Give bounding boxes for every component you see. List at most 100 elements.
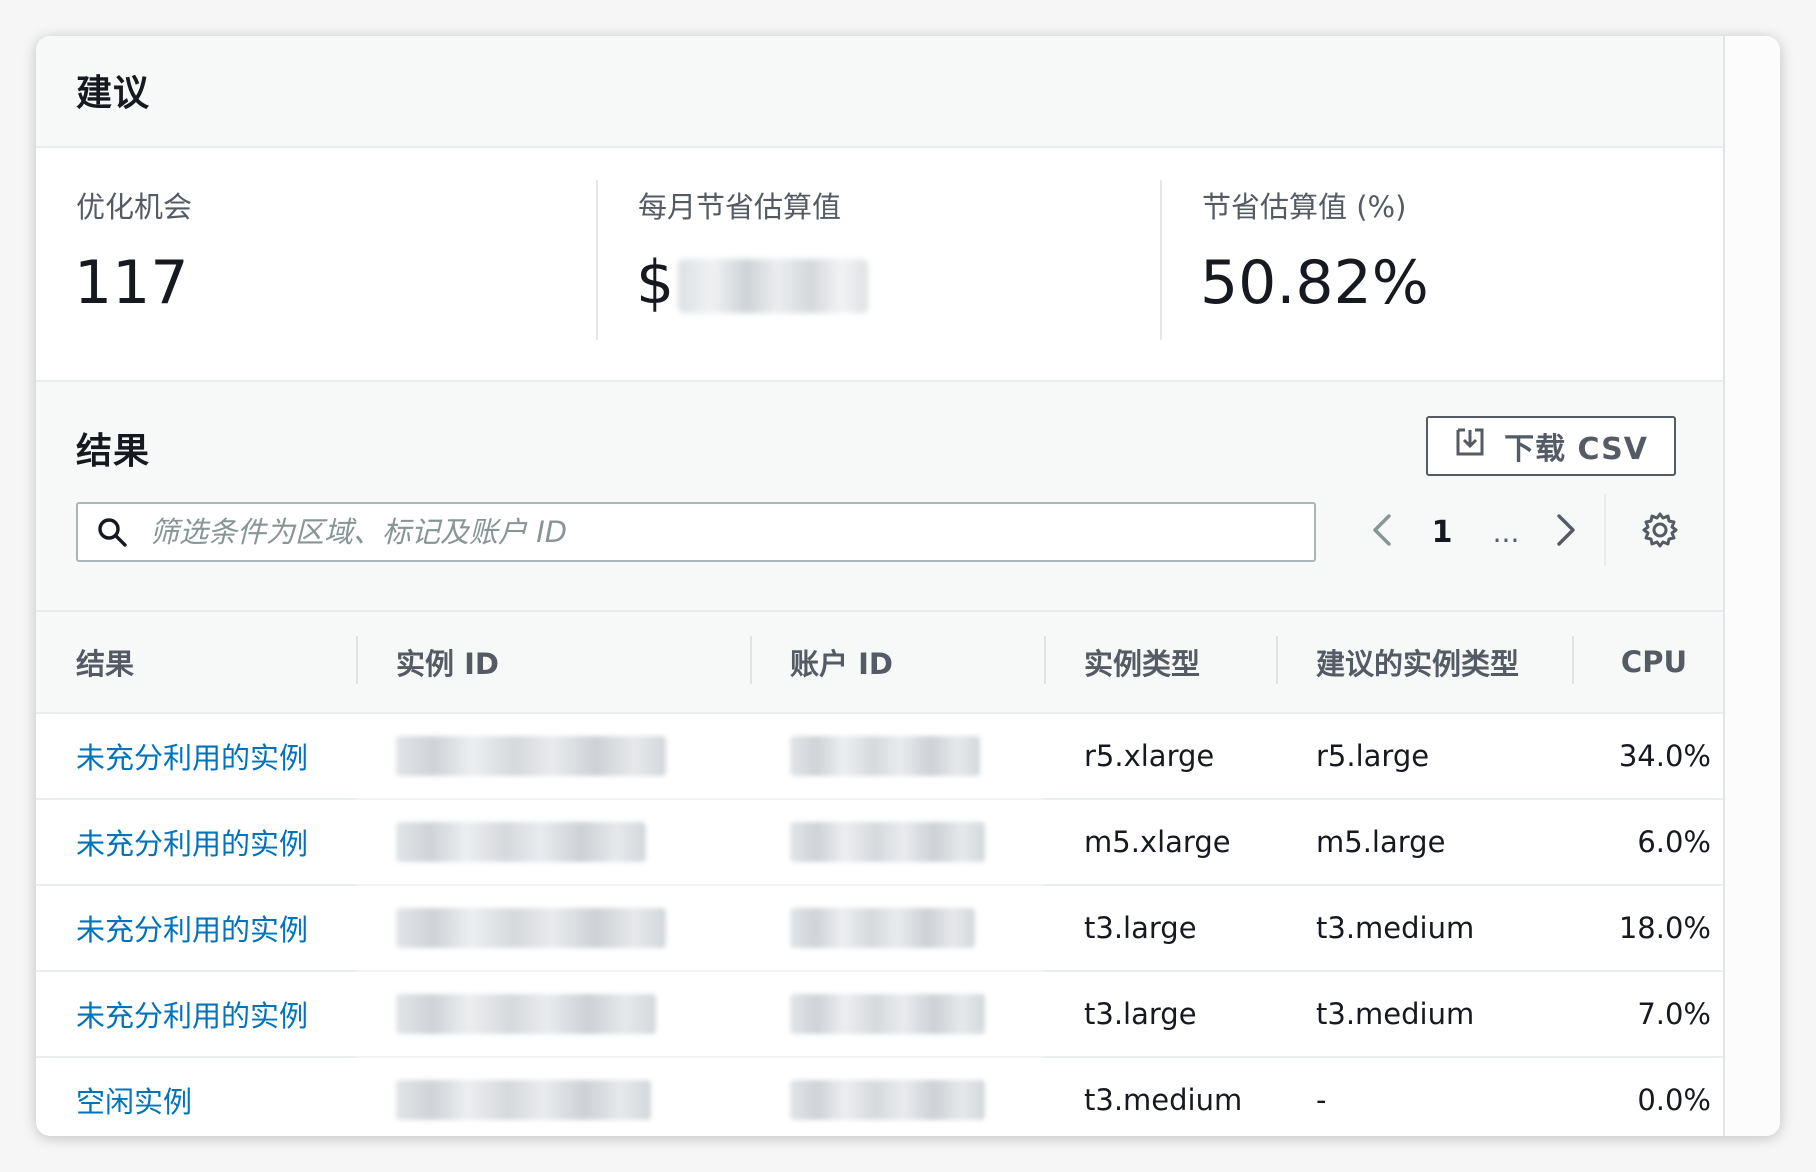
search-input[interactable] <box>148 514 1314 550</box>
instance-id-cell <box>356 713 750 800</box>
stat-savings-pct: 节省估算值 (%) 50.82% <box>1162 148 1722 380</box>
redacted-account-id <box>790 908 975 948</box>
download-csv-button[interactable]: 下载 CSV <box>1426 416 1676 476</box>
instance-id-cell <box>356 885 750 972</box>
redacted-account-id <box>790 736 980 776</box>
column-header-cpu[interactable]: CPU <box>1572 612 1723 714</box>
column-label: 实例 ID <box>396 647 499 681</box>
stat-monthly-savings: 每月节省估算值 $ <box>598 148 1158 380</box>
instance-type-cell: t3.large <box>1044 971 1276 1058</box>
page-ellipsis: ... <box>1492 515 1520 549</box>
finding-link[interactable]: 空闲实例 <box>76 1085 192 1119</box>
redacted-instance-id <box>396 994 656 1034</box>
chevron-left-icon <box>1371 513 1393 551</box>
recommendations-panel: 建议 优化机会 117 每月节省估算值 $ 节省估算值 (%) 50.82% 结… <box>36 36 1780 1136</box>
redacted-account-id <box>790 994 985 1034</box>
pager-divider <box>1604 494 1606 566</box>
column-header-instance-id[interactable]: 实例 ID <box>356 612 750 714</box>
redacted-instance-id <box>396 908 666 948</box>
table-header-row: 结果 实例 ID 账户 ID 实例类型 建议的实例类型 CPU <box>36 612 1723 714</box>
recommended-type-cell: r5.large <box>1276 713 1572 800</box>
cpu-cell: 34.0% <box>1572 713 1723 800</box>
next-page-button[interactable] <box>1538 504 1594 560</box>
instance-type-cell: t3.large <box>1044 885 1276 972</box>
table-row: 未充分利用的实例 t3.large t3.medium 18.0% <box>36 885 1723 972</box>
prev-page-button[interactable] <box>1354 504 1410 560</box>
redacted-instance-id <box>396 736 666 776</box>
download-icon <box>1454 426 1486 466</box>
table-row: 未充分利用的实例 m5.xlarge m5.large 6.0% <box>36 799 1723 886</box>
finding-cell: 未充分利用的实例 <box>36 713 356 800</box>
column-separator <box>356 636 358 684</box>
finding-cell: 未充分利用的实例 <box>36 799 356 886</box>
currency-symbol: $ <box>636 248 675 318</box>
instance-id-cell <box>356 799 750 886</box>
cpu-cell: 18.0% <box>1572 885 1723 972</box>
column-label: 账户 ID <box>790 647 893 681</box>
column-label: CPU <box>1620 645 1687 679</box>
cpu-cell: 7.0% <box>1572 971 1723 1058</box>
recommended-type-cell: - <box>1276 1057 1572 1136</box>
account-id-cell <box>750 885 1044 972</box>
panel-content: 建议 优化机会 117 每月节省估算值 $ 节省估算值 (%) 50.82% 结… <box>36 36 1723 1136</box>
results-toolbar: 结果 下载 CSV 筛选条件为区域、标记及账户 ID 1 ... <box>36 382 1723 612</box>
stat-opportunities: 优化机会 117 <box>36 148 596 380</box>
finding-cell: 未充分利用的实例 <box>36 885 356 972</box>
download-csv-label: 下载 CSV <box>1504 432 1648 467</box>
account-id-cell <box>750 971 1044 1058</box>
column-label: 建议的实例类型 <box>1316 647 1520 681</box>
savings-pct-label: 节省估算值 (%) <box>1202 190 1407 224</box>
recommended-type-cell: t3.medium <box>1276 971 1572 1058</box>
redacted-account-id <box>790 1080 985 1120</box>
chevron-right-icon <box>1555 513 1577 551</box>
instance-type-cell: r5.xlarge <box>1044 713 1276 800</box>
gear-icon <box>1641 511 1679 553</box>
results-title: 结果 <box>76 431 151 472</box>
finding-cell: 未充分利用的实例 <box>36 971 356 1058</box>
account-id-cell <box>750 1057 1044 1136</box>
vertical-scrollbar[interactable] <box>1723 36 1780 1136</box>
results-table: 结果 实例 ID 账户 ID 实例类型 建议的实例类型 CPU 未充分利用的实例… <box>36 612 1723 1136</box>
column-label: 实例类型 <box>1084 647 1201 681</box>
table-settings-button[interactable] <box>1636 508 1684 556</box>
column-header-account-id[interactable]: 账户 ID <box>750 612 1044 714</box>
instance-type-cell: t3.medium <box>1044 1057 1276 1136</box>
pagination: 1 ... <box>1354 502 1594 562</box>
redacted-amount <box>678 259 869 314</box>
redacted-instance-id <box>396 1080 651 1120</box>
search-icon <box>96 514 132 550</box>
cpu-cell: 6.0% <box>1572 799 1723 886</box>
recommendations-title: 建议 <box>76 73 151 114</box>
cpu-cell: 0.0% <box>1572 1057 1723 1136</box>
column-header-finding[interactable]: 结果 <box>36 612 356 714</box>
finding-link[interactable]: 未充分利用的实例 <box>76 741 308 775</box>
instance-id-cell <box>356 1057 750 1136</box>
monthly-savings-value: $ <box>636 248 869 318</box>
column-separator <box>1276 636 1278 684</box>
column-label: 结果 <box>76 647 135 681</box>
instance-id-cell <box>356 971 750 1058</box>
column-separator <box>750 636 752 684</box>
finding-link[interactable]: 未充分利用的实例 <box>76 827 308 861</box>
instance-type-cell: m5.xlarge <box>1044 799 1276 886</box>
finding-link[interactable]: 未充分利用的实例 <box>76 999 308 1033</box>
recommended-type-cell: t3.medium <box>1276 885 1572 972</box>
finding-cell: 空闲实例 <box>36 1057 356 1136</box>
table-row: 未充分利用的实例 r5.xlarge r5.large 34.0% <box>36 713 1723 800</box>
opportunities-label: 优化机会 <box>76 190 193 224</box>
account-id-cell <box>750 799 1044 886</box>
column-header-recommended-type[interactable]: 建议的实例类型 <box>1276 612 1572 714</box>
finding-link[interactable]: 未充分利用的实例 <box>76 913 308 947</box>
table-row: 空闲实例 t3.medium - 0.0% <box>36 1057 1723 1136</box>
filter-search[interactable] <box>76 502 1316 562</box>
monthly-savings-label: 每月节省估算值 <box>638 190 842 224</box>
account-id-cell <box>750 713 1044 800</box>
savings-pct-value: 50.82% <box>1200 248 1429 318</box>
column-separator <box>1572 636 1574 684</box>
recommended-type-cell: m5.large <box>1276 799 1572 886</box>
column-header-instance-type[interactable]: 实例类型 <box>1044 612 1276 714</box>
recommendations-header: 建议 <box>36 36 1723 148</box>
table-row: 未充分利用的实例 t3.large t3.medium 7.0% <box>36 971 1723 1058</box>
page-number-current[interactable]: 1 <box>1410 515 1474 550</box>
redacted-instance-id <box>396 822 646 862</box>
